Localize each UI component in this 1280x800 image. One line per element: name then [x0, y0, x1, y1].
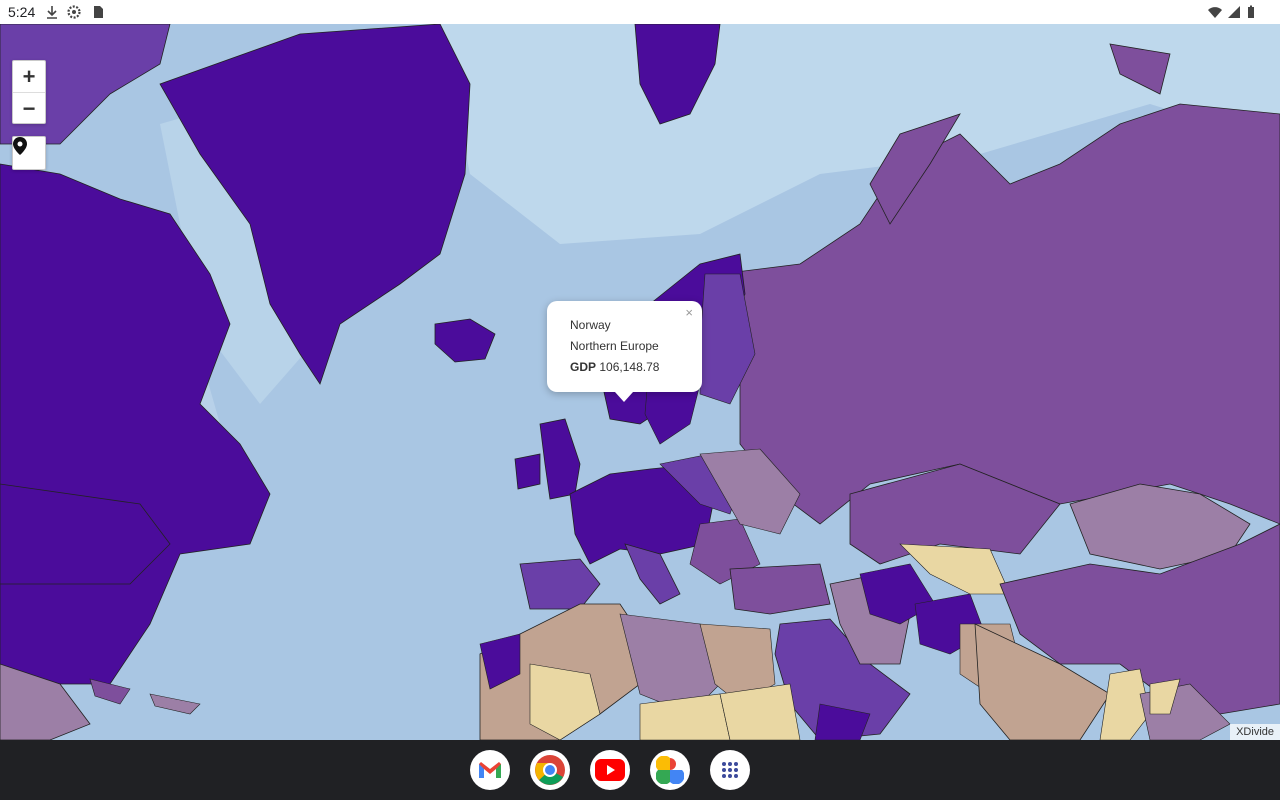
gmail-icon[interactable] — [470, 750, 510, 790]
battery-icon — [1248, 5, 1254, 18]
zoom-out-button[interactable]: − — [13, 92, 45, 124]
taskbar — [0, 740, 1280, 800]
location-pin-icon — [13, 137, 27, 155]
zoom-in-button[interactable]: + — [13, 61, 45, 92]
settings-icon — [67, 5, 81, 19]
popup-close-button[interactable]: × — [685, 305, 693, 320]
download-icon — [47, 6, 57, 19]
sd-card-icon — [94, 6, 103, 18]
wifi-icon — [1208, 7, 1222, 18]
status-bar: 5:24 — [0, 0, 1280, 24]
chrome-icon[interactable] — [530, 750, 570, 790]
popup-region: Northern Europe — [570, 339, 659, 353]
status-time: 5:24 — [8, 4, 36, 20]
signal-icon — [1228, 6, 1240, 18]
popup-metric-value: 106,148.78 — [599, 360, 660, 374]
popup-country-name: Norway — [570, 318, 611, 332]
zoom-controls: + − — [12, 60, 46, 124]
choropleth-map[interactable]: + − × Norway Northern Europe GDP 106,148… — [0, 24, 1280, 740]
popup-metric: GDP 106,148.78 — [570, 360, 659, 374]
locate-button[interactable] — [12, 136, 46, 170]
app-drawer-icon[interactable] — [710, 750, 750, 790]
youtube-icon[interactable] — [590, 750, 630, 790]
photos-icon[interactable] — [650, 750, 690, 790]
popup-metric-label: GDP — [570, 360, 597, 374]
country-popup: × Norway Northern Europe GDP 106,148.78 — [547, 301, 702, 402]
map-attribution[interactable]: XDivide — [1230, 724, 1280, 740]
